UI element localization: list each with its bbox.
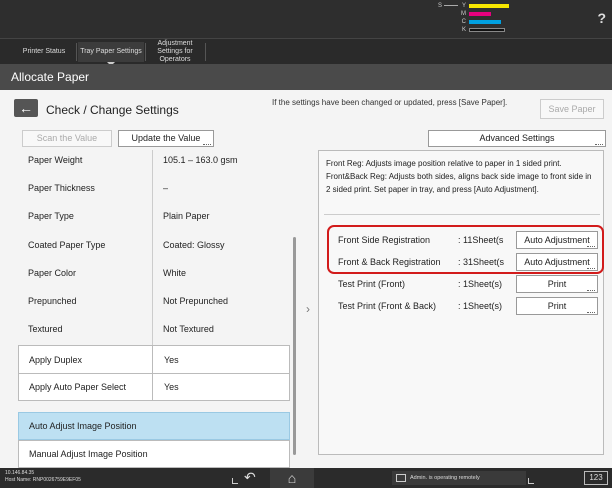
- setting-label: Paper Weight: [28, 155, 83, 165]
- adjustment-description: Front Reg: Adjusts image position relati…: [326, 159, 592, 194]
- test-print-label: Test Print (Front): [338, 279, 406, 289]
- list-scrollbar[interactable]: [293, 237, 296, 455]
- button-label: Print: [547, 301, 567, 311]
- save-paper-button[interactable]: Save Paper: [540, 99, 604, 119]
- toner-bar-y: [469, 4, 509, 8]
- test-print-sheets: : 1Sheet(s): [458, 279, 503, 289]
- test-print-front-button[interactable]: Print: [516, 275, 598, 293]
- setting-value: –: [163, 183, 169, 193]
- toner-label-y: Y: [461, 3, 466, 9]
- registration-highlight-outline: [327, 225, 604, 274]
- setting-row-paper-color: Paper Color White: [18, 259, 290, 287]
- setting-row-coated-paper-type: Coated Paper Type Coated: Glossy: [18, 231, 290, 259]
- setting-label: Coated Paper Type: [28, 240, 106, 250]
- toner-label-k: K: [461, 27, 466, 33]
- tab-tray-paper-settings[interactable]: Tray Paper Settings: [78, 42, 144, 66]
- column-divider: [152, 150, 153, 346]
- page-title: Check / Change Settings: [46, 103, 179, 117]
- screen-title: Allocate Paper: [0, 64, 612, 90]
- back-icon[interactable]: ↶: [244, 469, 256, 486]
- setting-row-apply-auto-paper-select[interactable]: Apply Auto Paper Select Yes: [18, 373, 290, 401]
- setting-label: Textured: [28, 324, 63, 334]
- host-info: 10.146.84.35 Host Name: RNP0026759E9EF05: [5, 470, 81, 484]
- setting-value: Coated: Glossy: [163, 240, 225, 250]
- save-notice: If the settings have been changed or upd…: [272, 98, 508, 107]
- counter-badge[interactable]: 123: [584, 471, 608, 485]
- setting-label: Apply Duplex: [29, 354, 83, 365]
- top-status-bar: S Y M C K ?: [0, 0, 612, 38]
- setting-value: White: [163, 268, 187, 278]
- host-ip: 10.146.84.35: [5, 470, 35, 476]
- host-name: Host Name: RNP0026759E9EF05: [5, 477, 81, 483]
- setting-row-textured: Textured Not Textured: [18, 315, 290, 343]
- menu-label: Auto Adjust Image Position: [29, 421, 137, 431]
- menu-label: Manual Adjust Image Position: [29, 449, 148, 459]
- setting-value: Yes: [164, 354, 179, 365]
- tab-adjustment-settings[interactable]: Adjustment Settings for Operators: [147, 40, 203, 63]
- setting-row-prepunched: Prepunched Not Prepunched: [18, 287, 290, 315]
- setting-label: Paper Thickness: [28, 183, 95, 193]
- scan-value-label: Scan the Value: [36, 133, 98, 143]
- toner-bar-c: [469, 20, 501, 24]
- test-print-label: Test Print (Front & Back): [338, 301, 437, 311]
- setting-label: Paper Type: [28, 211, 74, 221]
- monitor-icon: [396, 474, 406, 482]
- help-icon[interactable]: ?: [597, 10, 606, 26]
- auto-adjust-image-position-item[interactable]: Auto Adjust Image Position: [18, 412, 290, 440]
- tab-printer-status[interactable]: Printer Status: [14, 42, 74, 62]
- column-divider: [152, 345, 153, 401]
- toner-levels: S Y M C K: [438, 3, 538, 35]
- toner-label-s: S: [438, 3, 443, 9]
- back-arrow-icon[interactable]: ←: [14, 99, 38, 117]
- setting-row-paper-type: Paper Type Plain Paper: [18, 202, 290, 230]
- function-tabs: Printer Status Tray Paper Settings Adjus…: [0, 38, 612, 66]
- test-print-sheets: : 1Sheet(s): [458, 301, 503, 311]
- toner-label-c: C: [461, 19, 466, 25]
- setting-value: Not Textured: [163, 324, 214, 334]
- advanced-settings-label: Advanced Settings: [479, 133, 555, 143]
- setting-row-apply-duplex[interactable]: Apply Duplex Yes: [18, 345, 290, 373]
- setting-row-paper-thickness: Paper Thickness –: [18, 174, 290, 202]
- setting-label: Apply Auto Paper Select: [29, 382, 127, 392]
- manual-adjust-image-position-item[interactable]: Manual Adjust Image Position: [18, 440, 290, 468]
- chevron-right-icon[interactable]: ›: [306, 302, 310, 316]
- home-icon[interactable]: ⌂: [270, 468, 314, 488]
- update-value-label: Update the Value: [131, 133, 201, 143]
- scan-value-button[interactable]: Scan the Value: [22, 130, 112, 147]
- toner-label-m: M: [461, 11, 466, 17]
- advanced-settings-button[interactable]: Advanced Settings: [428, 130, 606, 147]
- button-label: Print: [547, 279, 567, 289]
- setting-row-paper-weight: Paper Weight 105.1 – 163.0 gsm: [18, 146, 290, 174]
- update-value-button[interactable]: Update the Value: [118, 130, 214, 147]
- remote-status-text: Admin. is operating remotely: [410, 475, 480, 481]
- setting-value: Yes: [164, 382, 179, 392]
- bottom-bar: 10.146.84.35 Host Name: RNP0026759E9EF05…: [0, 468, 612, 488]
- test-print-front-back-button[interactable]: Print: [516, 297, 598, 315]
- remote-status: Admin. is operating remotely: [392, 471, 526, 485]
- toner-bar-k: [469, 28, 505, 32]
- setting-value: 105.1 – 163.0 gsm: [163, 155, 238, 165]
- setting-label: Paper Color: [28, 268, 77, 278]
- test-print-front-back-row: Test Print (Front & Back) : 1Sheet(s): [338, 296, 518, 316]
- setting-value: Plain Paper: [163, 211, 210, 221]
- setting-label: Prepunched: [28, 296, 77, 306]
- divider: [324, 214, 600, 215]
- toner-bar-m: [469, 12, 491, 16]
- setting-value: Not Prepunched: [163, 296, 229, 306]
- test-print-front-row: Test Print (Front) : 1Sheet(s): [338, 274, 518, 294]
